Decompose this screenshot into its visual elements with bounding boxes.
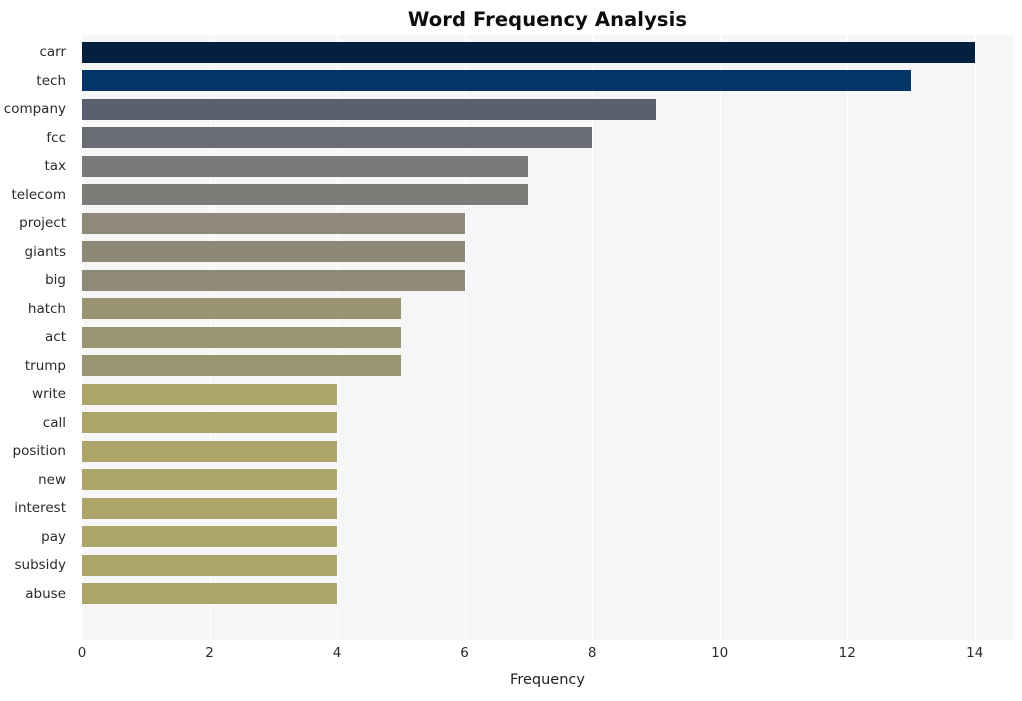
x-tick-label-0: 0 xyxy=(77,645,87,661)
y-tick-label-hatch: hatch xyxy=(27,300,66,317)
bar-carr xyxy=(82,41,975,63)
bar-call xyxy=(82,412,338,433)
y-tick-label-subsidy: subsidy xyxy=(14,557,66,573)
y-tick-label-act: act xyxy=(45,329,66,345)
gridline-x-12 xyxy=(847,35,849,640)
plot-area xyxy=(82,35,1013,640)
y-tick-label-pay: pay xyxy=(41,528,66,545)
bar-fcc xyxy=(82,127,593,148)
x-axis-tick-labels: 0 2 4 6 8 10 12 14 xyxy=(78,644,1013,666)
bar-tech xyxy=(82,70,911,91)
bar-trump xyxy=(82,355,401,376)
x-axis-label: Frequency xyxy=(510,672,585,688)
x-tick-label-10: 10 xyxy=(711,645,729,661)
bar-interest xyxy=(82,497,338,519)
y-tick-label-big: big xyxy=(45,272,66,288)
bar-telecom xyxy=(82,184,529,205)
y-tick-label-tax: tax xyxy=(44,158,66,174)
gridline-x-8 xyxy=(592,35,594,640)
bar-company xyxy=(82,98,656,120)
x-tick-label-8: 8 xyxy=(587,645,597,661)
x-tick-label-12: 12 xyxy=(838,645,856,661)
bar-giants xyxy=(82,241,465,262)
y-tick-label-call: call xyxy=(42,414,66,431)
y-tick-label-new: new xyxy=(38,471,66,488)
bar-project xyxy=(82,212,465,234)
bar-abuse xyxy=(82,583,338,604)
bar-write xyxy=(82,383,338,405)
y-tick-label-write: write xyxy=(32,386,66,402)
y-tick-label-project: project xyxy=(19,215,66,231)
y-axis-tick-labels: carr tech company fcc tax telecom project giant… xyxy=(0,35,74,640)
gridline-x-10 xyxy=(719,35,721,640)
chart-figure: Word Frequency Analysis carr tech company f… xyxy=(0,0,1022,701)
gridline-x-14 xyxy=(974,35,976,640)
y-tick-label-fcc: fcc xyxy=(46,129,66,146)
y-tick-label-position: position xyxy=(12,443,66,459)
y-tick-label-interest: interest xyxy=(14,500,66,516)
y-tick-label-abuse: abuse xyxy=(25,585,66,602)
y-tick-label-company: company xyxy=(3,101,66,117)
y-tick-label-carr: carr xyxy=(39,44,66,60)
x-tick-label-14: 14 xyxy=(966,645,984,661)
y-tick-label-trump: trump xyxy=(24,357,66,374)
bar-big xyxy=(82,269,465,291)
bar-tax xyxy=(82,155,529,177)
x-tick-label-4: 4 xyxy=(332,645,342,661)
y-tick-label-telecom: telecom xyxy=(11,186,67,203)
x-tick-label-2: 2 xyxy=(205,645,214,661)
y-tick-label-giants: giants xyxy=(24,243,66,260)
bar-pay xyxy=(82,526,338,547)
x-tick-label-6: 6 xyxy=(460,645,469,661)
bar-subsidy xyxy=(82,554,338,576)
chart-title: Word Frequency Analysis xyxy=(407,8,688,31)
bar-new xyxy=(82,469,338,490)
gridline-x-6 xyxy=(464,35,466,640)
bar-hatch xyxy=(82,298,401,319)
bar-act xyxy=(82,326,401,348)
bar-position xyxy=(82,440,338,462)
y-tick-label-tech: tech xyxy=(36,72,66,89)
